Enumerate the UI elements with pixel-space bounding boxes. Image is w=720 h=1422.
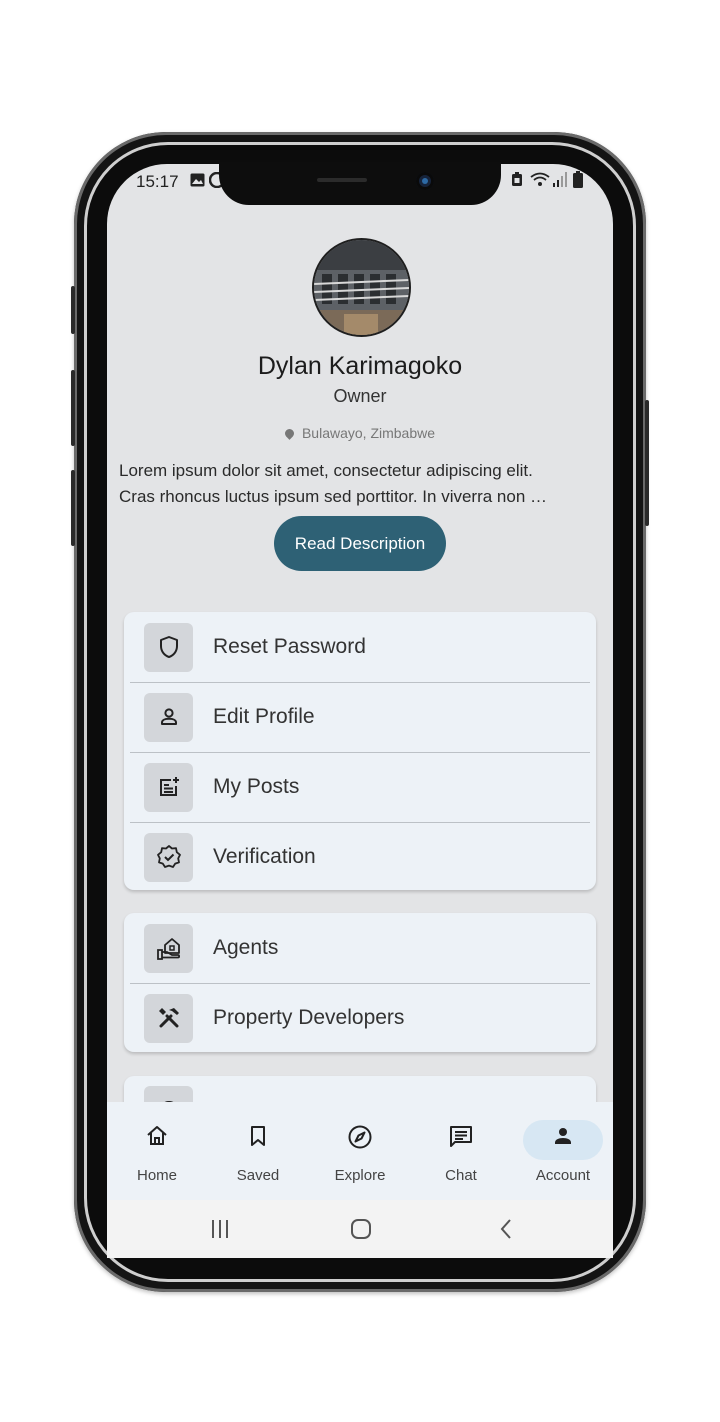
nav-chat[interactable]: Chat [411, 1102, 511, 1200]
menu-item-property-developers[interactable]: Property Developers [124, 983, 596, 1053]
profile-role: Owner [333, 386, 387, 406]
status-time: 15:17 [136, 172, 179, 191]
menu-item-my-posts[interactable]: My Posts [124, 752, 596, 822]
front-camera [416, 172, 434, 190]
system-navigation-bar [107, 1200, 613, 1258]
battery-icon [573, 171, 583, 193]
menu-item-label: My Posts [213, 775, 300, 798]
location-text: Bulawayo, Zimbabwe [301, 425, 436, 441]
menu-item-label: Property Developers [213, 1006, 405, 1029]
menu-item-label: Agents [213, 936, 279, 959]
profile-description: Lorem ipsum dolor sit amet, consectetur … [119, 458, 605, 510]
read-description-button[interactable]: Read Description [274, 516, 446, 571]
back-system-button[interactable] [493, 1214, 519, 1244]
image-icon [190, 173, 205, 192]
recent-apps-button[interactable] [207, 1214, 233, 1244]
nav-home[interactable]: Home [107, 1102, 207, 1200]
menu-item-label: Reset Password [213, 635, 366, 658]
nav-saved[interactable]: Saved [208, 1102, 308, 1200]
bottom-navigation: Home Saved Explore Chat Account [107, 1102, 613, 1200]
battery-saver-icon [511, 172, 523, 192]
person-icon [144, 692, 193, 742]
post-add-icon [144, 762, 193, 812]
hand-house-icon [144, 923, 193, 973]
home-icon [145, 1124, 169, 1153]
nav-label: Account [535, 1167, 591, 1184]
menu-item-edit-profile[interactable]: Edit Profile [124, 682, 596, 752]
directory-menu-card: Agents Property Developers [124, 913, 596, 1052]
profile-location: Bulawayo, Zimbabwe [107, 425, 613, 441]
nav-label: Home [136, 1167, 177, 1184]
nav-label: Chat [445, 1167, 477, 1184]
shield-icon [144, 622, 193, 672]
phone-side-button [71, 370, 75, 446]
menu-item-reset-password[interactable]: Reset Password [124, 612, 596, 682]
location-pin-icon [283, 427, 296, 440]
chat-icon [448, 1124, 474, 1155]
nav-account[interactable]: Account [513, 1102, 613, 1200]
phone-side-button [71, 286, 75, 334]
nav-label: Explore [334, 1167, 386, 1184]
compass-icon [347, 1124, 373, 1155]
speaker [317, 178, 367, 182]
signal-icon [553, 172, 567, 192]
home-system-button[interactable] [348, 1214, 374, 1244]
wifi-icon [530, 172, 550, 192]
account-icon [551, 1124, 575, 1153]
menu-item-agents[interactable]: Agents [124, 913, 596, 983]
tools-icon [144, 993, 193, 1043]
phone-side-button [71, 470, 75, 546]
nav-explore[interactable]: Explore [310, 1102, 410, 1200]
description-line: Lorem ipsum dolor sit amet, consectetur … [119, 461, 533, 480]
avatar[interactable] [312, 238, 411, 337]
menu-item-verification[interactable]: Verification [124, 822, 596, 892]
profile-name: Dylan Karimagoko [257, 352, 463, 380]
menu-item-label: Edit Profile [213, 705, 315, 728]
phone-power-button [645, 400, 649, 526]
notch [219, 162, 501, 205]
verified-badge-icon [144, 832, 193, 882]
account-menu-card: Reset Password Edit Profile My Posts Ver… [124, 612, 596, 890]
description-line: Cras rhoncus luctus ipsum sed porttitor.… [119, 487, 548, 506]
menu-item-label: Verification [213, 845, 316, 868]
bookmark-icon [246, 1124, 270, 1153]
nav-label: Saved [236, 1167, 280, 1184]
